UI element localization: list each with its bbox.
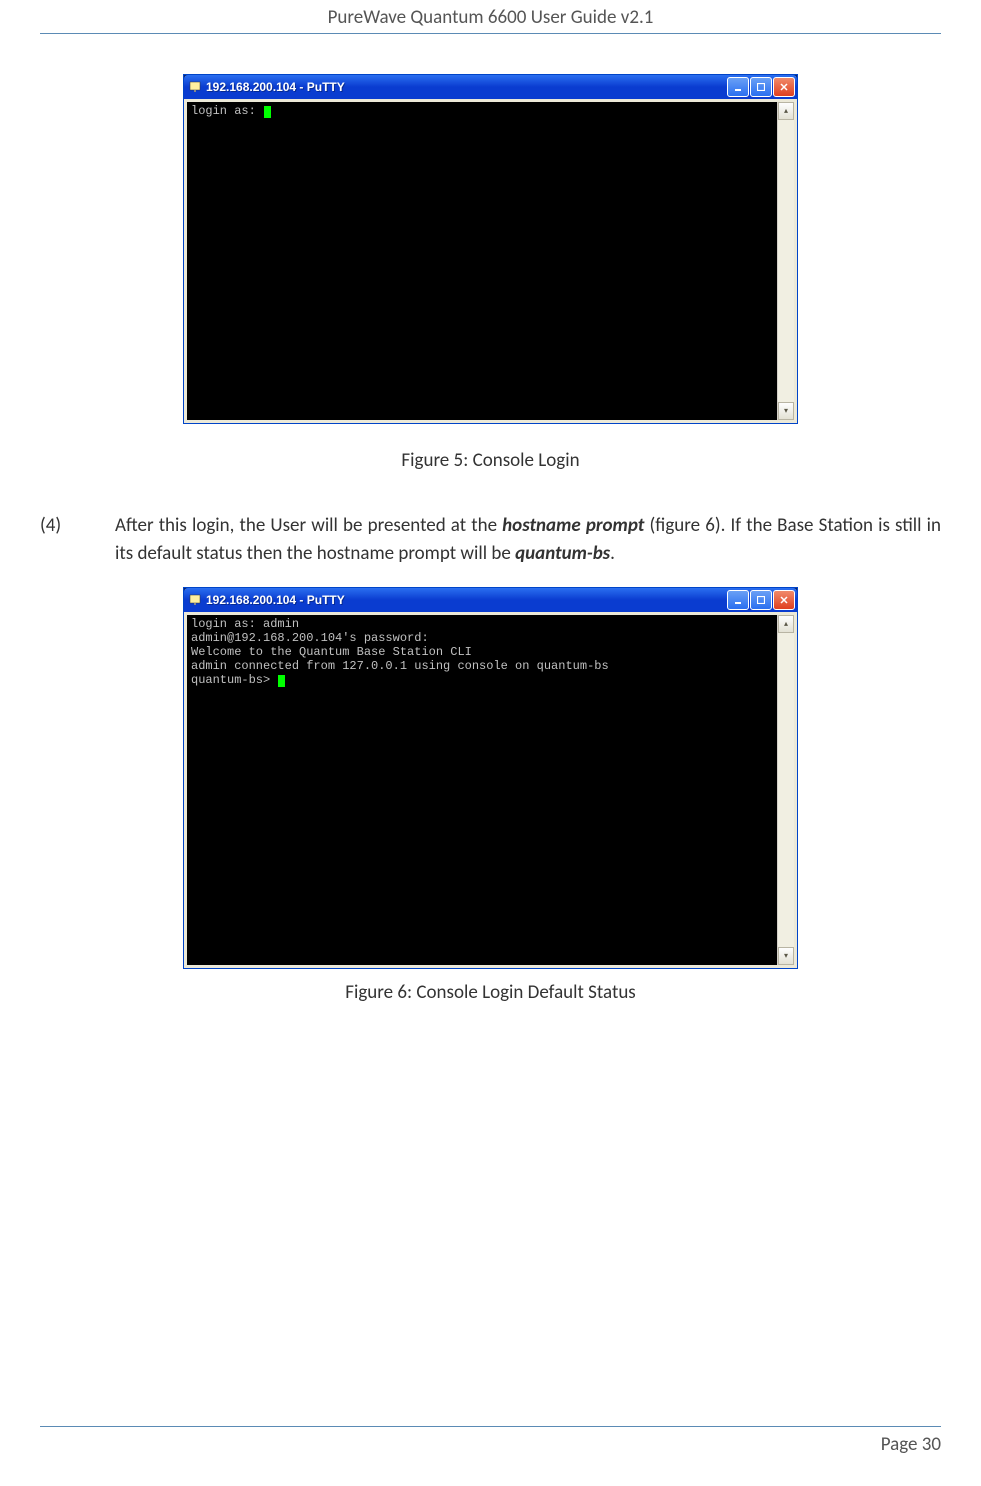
scroll-up-button[interactable]: ▴ — [778, 615, 794, 633]
window-buttons — [727, 590, 795, 610]
putty-icon — [188, 593, 202, 607]
maximize-button[interactable] — [750, 77, 772, 97]
step-4: (4) After this login, the User will be p… — [40, 512, 941, 567]
cursor-icon — [278, 675, 285, 687]
cursor-icon — [264, 106, 271, 118]
titlebar[interactable]: 192.168.200.104 - PuTTY — [184, 75, 797, 99]
close-button[interactable] — [773, 590, 795, 610]
putty-window-2: 192.168.200.104 - PuTTY login as: admin … — [183, 587, 798, 969]
figure-6-caption: Figure 6: Console Login Default Status — [40, 981, 941, 1004]
minimize-button[interactable] — [727, 77, 749, 97]
terminal-line: admin connected from 127.0.0.1 using con… — [191, 659, 773, 673]
scroll-down-button[interactable]: ▾ — [778, 402, 794, 420]
scroll-up-button[interactable]: ▴ — [778, 102, 794, 120]
page-header: PureWave Quantum 6600 User Guide v2.1 — [40, 0, 941, 34]
step-number: (4) — [40, 512, 115, 567]
terminal-line: quantum-bs> — [191, 673, 277, 687]
scroll-track[interactable] — [778, 120, 794, 402]
minimize-button[interactable] — [727, 590, 749, 610]
figure-5-caption: Figure 5: Console Login — [40, 449, 941, 472]
step-text: After this login, the User will be prese… — [115, 514, 502, 537]
terminal-line: admin@192.168.200.104's password: — [191, 631, 773, 645]
page-number: Page 30 — [881, 1433, 941, 1456]
scroll-track[interactable] — [778, 633, 794, 947]
close-button[interactable] — [773, 77, 795, 97]
terminal-frame: login as: ▴ ▾ — [184, 99, 797, 423]
step-body: After this login, the User will be prese… — [115, 512, 941, 567]
page-footer: Page 30 — [40, 1426, 941, 1456]
quantum-bs-term: quantum-bs — [515, 542, 610, 565]
figure-6: 192.168.200.104 - PuTTY login as: admin … — [40, 587, 941, 969]
hostname-prompt-term: hostname prompt — [502, 514, 644, 537]
window-title: 192.168.200.104 - PuTTY — [206, 593, 727, 607]
window-buttons — [727, 77, 795, 97]
window-title: 192.168.200.104 - PuTTY — [206, 80, 727, 94]
terminal-line: login as: — [191, 104, 263, 118]
figure-5: 192.168.200.104 - PuTTY login as: ▴ ▾ — [40, 74, 941, 424]
document-page: PureWave Quantum 6600 User Guide v2.1 19… — [0, 0, 981, 1486]
header-title: PureWave Quantum 6600 User Guide v2.1 — [328, 6, 654, 29]
putty-icon — [188, 80, 202, 94]
scrollbar[interactable]: ▴ ▾ — [777, 615, 794, 965]
terminal-frame: login as: admin admin@192.168.200.104's … — [184, 612, 797, 968]
terminal-line: login as: admin — [191, 617, 773, 631]
terminal-area[interactable]: login as: admin admin@192.168.200.104's … — [187, 615, 777, 965]
terminal-area[interactable]: login as: — [187, 102, 777, 420]
maximize-button[interactable] — [750, 590, 772, 610]
step-text: . — [610, 542, 615, 565]
titlebar[interactable]: 192.168.200.104 - PuTTY — [184, 588, 797, 612]
scrollbar[interactable]: ▴ ▾ — [777, 102, 794, 420]
scroll-down-button[interactable]: ▾ — [778, 947, 794, 965]
putty-window-1: 192.168.200.104 - PuTTY login as: ▴ ▾ — [183, 74, 798, 424]
terminal-line: Welcome to the Quantum Base Station CLI — [191, 645, 773, 659]
